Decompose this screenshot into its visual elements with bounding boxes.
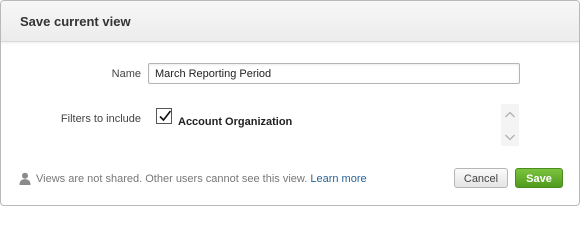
sharing-note: Views are not shared. Other users cannot… <box>36 173 367 185</box>
scroll-up-button[interactable] <box>501 106 519 124</box>
dialog-title: Save current view <box>20 14 131 29</box>
cancel-button[interactable]: Cancel <box>454 168 508 188</box>
view-name-input[interactable] <box>148 63 520 84</box>
chevron-up-icon <box>505 111 515 118</box>
filter-label-account-organization: Account Organization <box>178 116 293 128</box>
chevron-down-icon <box>505 134 515 141</box>
dialog-header: Save current view <box>1 1 579 42</box>
name-label: Name <box>111 68 141 80</box>
filter-checkbox-account-organization[interactable] <box>156 108 172 124</box>
user-icon <box>19 172 31 185</box>
sharing-note-text: Views are not shared. Other users cannot… <box>36 173 308 185</box>
scroll-down-button[interactable] <box>501 128 519 146</box>
save-view-dialog: Save current view Name Filters to includ… <box>0 0 580 206</box>
filters-label: Filters to include <box>60 113 141 125</box>
save-button[interactable]: Save <box>515 168 563 188</box>
filters-scrollbar[interactable] <box>501 104 519 146</box>
learn-more-link[interactable]: Learn more <box>310 173 366 185</box>
checkmark-icon <box>159 110 172 122</box>
